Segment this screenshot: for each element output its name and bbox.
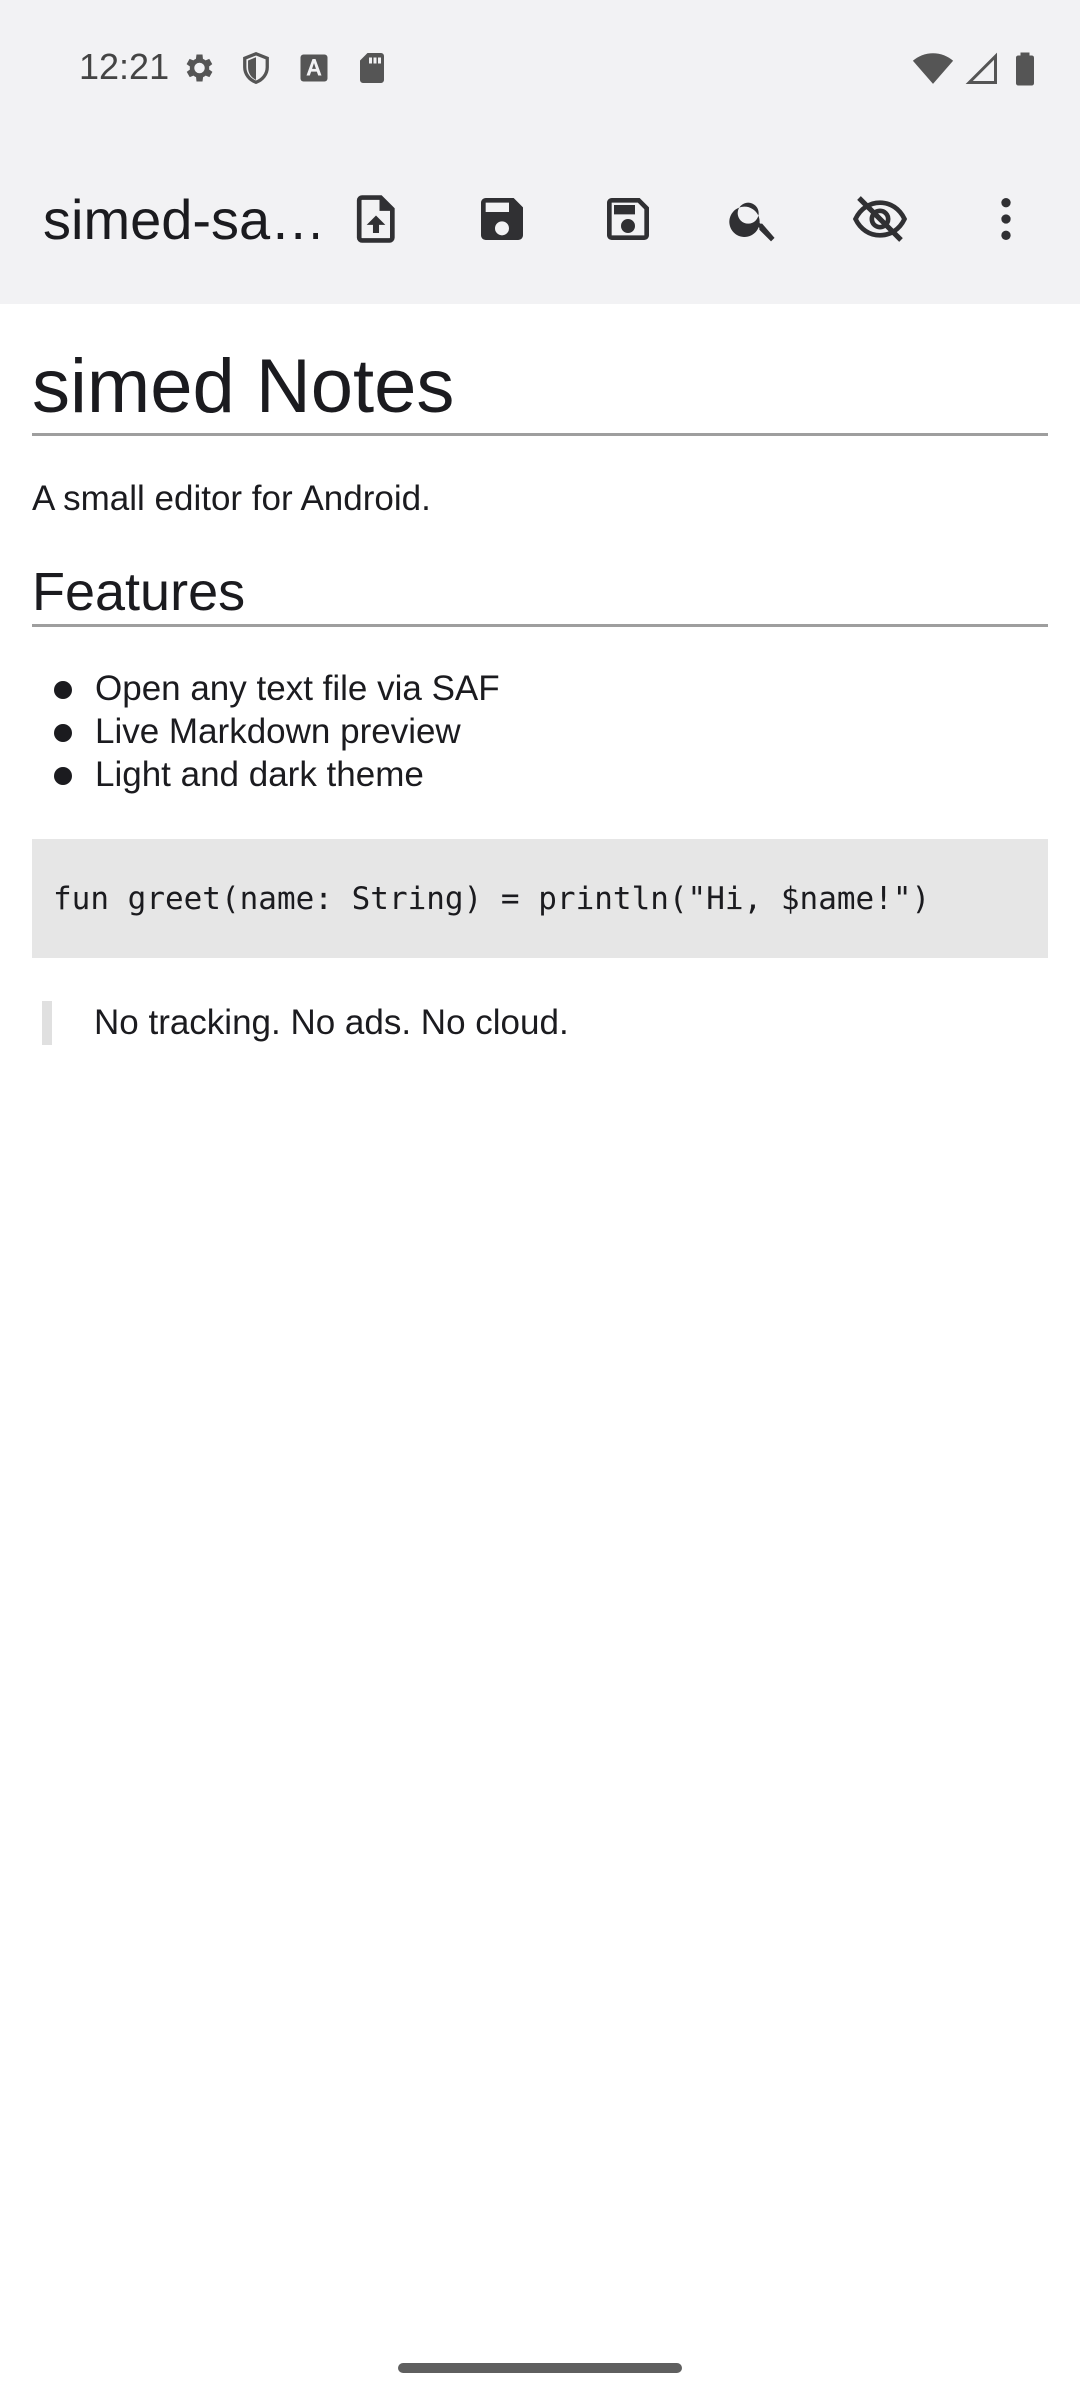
gesture-nav-handle[interactable] (398, 2363, 682, 2373)
preview-toggle-button[interactable] (840, 179, 920, 259)
list-item: Light and dark theme (32, 753, 1048, 796)
document-intro: A small editor for Android. (32, 479, 431, 519)
open-file-icon (356, 195, 395, 243)
status-time: 12:21 (79, 46, 170, 87)
settings-icon (186, 54, 213, 82)
status-notification-icons (180, 50, 390, 86)
text-a-icon (300, 54, 328, 82)
search-button[interactable] (714, 179, 794, 259)
overflow-menu-icon (1001, 198, 1011, 240)
status-system-icons (912, 48, 1040, 90)
blockquote: No tracking. No ads. No cloud. (42, 1001, 1048, 1046)
save-as-icon (607, 198, 649, 240)
save-button[interactable] (462, 179, 542, 259)
wifi-icon (912, 53, 954, 84)
save-as-button[interactable] (588, 179, 668, 259)
search-icon (729, 202, 775, 242)
shield-icon (243, 51, 269, 84)
code-block: fun greet(name: String) = println("Hi, $… (32, 839, 1048, 959)
overflow-menu-button[interactable] (966, 179, 1046, 259)
document-heading: simed Notes (32, 304, 1048, 437)
battery-icon (1016, 52, 1034, 86)
save-icon (481, 198, 523, 240)
file-title: simed-sa… (43, 188, 318, 251)
features-heading: Features (32, 562, 1048, 628)
list-item: Open any text file via SAF (32, 667, 1048, 710)
cell-signal-icon (965, 52, 997, 84)
preview-toggle-icon (852, 196, 908, 242)
status-bar: 12:21 (0, 0, 1080, 137)
markdown-preview[interactable]: simed Notes A small editor for Android. … (32, 304, 1048, 1046)
open-file-button[interactable] (336, 179, 416, 259)
app-toolbar: simed-sa… (0, 137, 1080, 304)
sd-card-icon (360, 53, 384, 83)
feature-list: Open any text file via SAF Live Markdown… (32, 667, 1048, 796)
list-item: Live Markdown preview (32, 710, 1048, 753)
